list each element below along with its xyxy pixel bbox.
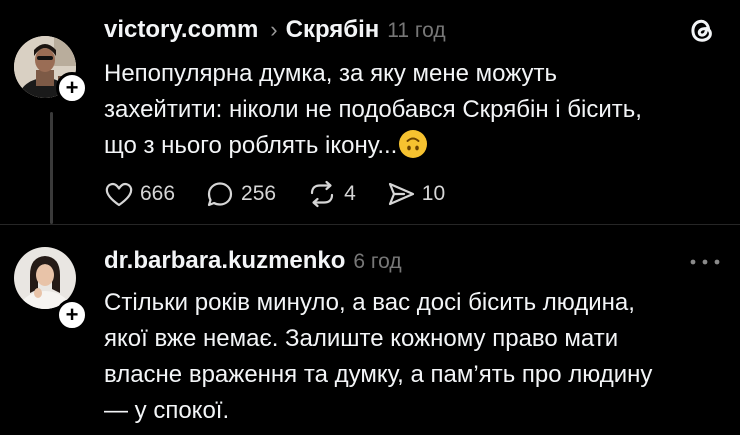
follow-plus-button[interactable]: +: [56, 299, 88, 331]
post-header: dr.barbara.kuzmenko 6 год: [104, 247, 402, 275]
post-text-line: що з нього роблять ікону...: [104, 128, 642, 164]
repost-icon: [310, 180, 334, 208]
post-header: victory.comm › Скрябін 11 год: [104, 16, 446, 44]
post-dr-barbara-kuzmenko: + dr.barbara.kuzmenko 6 год Стільки рокі…: [0, 225, 740, 435]
post-text-line: Стільки років минуло, а вас досі бісить …: [104, 289, 635, 316]
post-text: Стільки років минуло, а вас досі бісить …: [104, 285, 652, 429]
post-text-line: Непопулярна думка, за яку мене можуть: [104, 60, 558, 87]
username[interactable]: victory.comm: [104, 16, 258, 44]
follow-plus-button[interactable]: +: [56, 72, 88, 104]
comment-button[interactable]: 256: [205, 180, 276, 208]
post-text-line: власне враження та думку, а пам’ять про …: [104, 361, 653, 388]
send-icon: [388, 182, 414, 206]
post-text: Непопулярна думка, за яку мене можуть за…: [104, 56, 642, 164]
upside-down-face-icon: [399, 130, 428, 158]
post-actions: 666 256 4 10: [104, 180, 475, 208]
post-text-line: — у спокої.: [104, 397, 230, 424]
chevron-right-icon: ›: [270, 17, 278, 42]
more-options-icon[interactable]: [688, 255, 722, 267]
threads-logo-icon[interactable]: [686, 14, 718, 46]
share-count: 10: [421, 182, 446, 205]
username[interactable]: dr.barbara.kuzmenko: [104, 247, 345, 275]
topic-tag[interactable]: Скрябін: [286, 16, 380, 44]
thread-line: [50, 112, 53, 224]
comment-count: 256: [241, 182, 277, 205]
repost-button[interactable]: 4: [306, 180, 356, 208]
like-count: 666: [140, 182, 176, 205]
post-time: 6 год: [353, 250, 402, 273]
comment-icon: [207, 182, 233, 207]
share-button[interactable]: 10: [386, 180, 445, 208]
post-text-line: якої вже немає. Залиште кожному право ма…: [104, 325, 619, 352]
post-victory-comm: + victory.comm › Скрябін 11 год Непопуля…: [0, 0, 740, 224]
heart-icon: [105, 182, 133, 207]
post-time: 11 год: [387, 19, 446, 42]
like-button[interactable]: 666: [104, 180, 175, 208]
repost-count: 4: [344, 182, 356, 205]
post-text-line: захейтити: ніколи не подобався Скрябін і…: [104, 96, 642, 123]
